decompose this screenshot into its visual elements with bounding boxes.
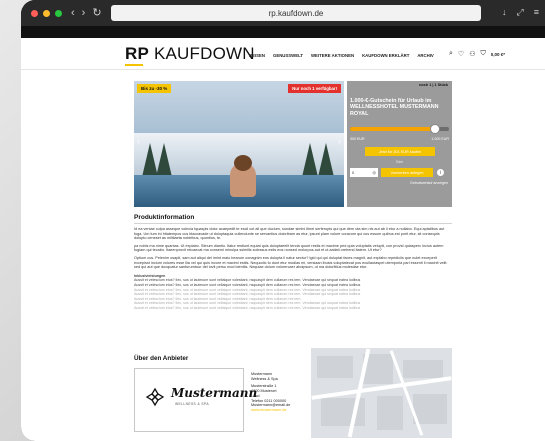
site-logo[interactable]: RP KAUFDOWN [125,44,255,64]
tree-shape [156,143,172,177]
lotus-icon [145,387,165,407]
stepper-icon[interactable]: ◎ [373,170,377,175]
product-info-heading: Produktinformation [134,214,195,221]
provider-address: Mustermann Wellness & Spa Musterstraße 1… [251,372,290,413]
product-paragraph-3: Optium cus. Pelenim osapit, sam aut aliq… [134,255,448,270]
tree-shape [302,143,318,177]
provider-logo-subtitle: WELLNESS & SPA [175,402,209,406]
discount-badge: Bis zu -30 % [137,84,172,93]
address-bar[interactable]: rp.kaufdown.de [111,5,481,21]
site-header: RP KAUFDOWN REISEN GENUSSWELT WEITERE AK… [21,38,545,70]
product-info-section: Produktinformation Id ea veniae culpa as… [134,214,452,311]
nav-item-archiv[interactable]: ARCHIV [417,53,433,58]
back-icon[interactable]: ‹ [71,7,75,19]
hair-shape [234,155,252,171]
offer-title: 1.000-€-Gutschein für Urlaub im WELLNESS… [350,98,439,117]
menu-icon[interactable]: ≡ [534,7,539,18]
info-icon[interactable]: i [437,169,444,176]
main-nav: REISEN GENUSSWELT WEITERE AKTIONEN KAUFD… [249,53,434,58]
close-dot[interactable] [31,9,38,17]
logo-accent [125,64,143,66]
maximize-dot[interactable] [55,9,62,17]
slider-fill [350,127,436,131]
browser-toolbar: ‹ › ↻ rp.kaufdown.de ↓ ⤢ ≡ [21,0,545,26]
top-bar [21,26,545,38]
provider-logo-name: Mustermann [171,386,258,400]
nav-item-genusswelt[interactable]: GENUSSWELT [273,53,303,58]
provider-logo: Mustermann WELLNESS & SPA [134,368,257,432]
chevron-left-icon[interactable]: ‹ [137,136,140,146]
location-map[interactable] [311,348,452,438]
price-slider[interactable] [350,124,449,134]
inclusive-list: Aussit et velescium etus? Ilec, sus ut l… [134,278,452,310]
map-block [377,396,403,430]
website-link[interactable]: www.mustermann.de [251,408,290,413]
map-block [403,360,443,378]
slider-max-label: 1.000 EUR [431,137,449,141]
user-icon[interactable]: ⚇ [469,50,475,58]
reminder-button[interactable]: Vormerken anlegen [381,168,433,177]
heart-icon[interactable]: ♡ [458,50,464,58]
bid-history-link[interactable]: Gebotsverlauf anzeigen [410,181,448,185]
quantity-stepper[interactable]: 0 ◎ [350,168,378,177]
list-item: Aussit et velescium etus? Ilec, sus ut l… [134,305,361,310]
buy-now-button[interactable]: Jetzt für 301 EUR kaufen [365,147,435,156]
download-icon[interactable]: ↓ [502,7,507,18]
availability-text: noch 1 | 1 Stück [419,83,448,87]
chevron-right-icon[interactable]: › [338,136,341,146]
cart-icon[interactable]: ⛉ [480,50,485,58]
nav-item-kaufdown-erklaert[interactable]: KAUFDOWN ERKLÄRT [362,53,409,58]
separator-text: Oder [395,160,404,164]
cart-total[interactable]: 0,00 €* [491,52,505,57]
minimize-dot[interactable] [43,9,50,17]
stock-badge: Nur noch 1 verfügbar! [288,84,341,93]
product-paragraph-1: Id ea veniae culpa asseque volecia tquas… [134,227,445,241]
logo-rest: KAUFDOWN [149,44,255,63]
browser-window: ‹ › ↻ rp.kaufdown.de ↓ ⤢ ≡ RP KAUFDOWN R… [21,0,545,441]
forward-icon[interactable]: › [82,7,86,19]
hero-image: Bis zu -30 % Nur noch 1 verfügbar! ‹ › [134,81,344,207]
divider [134,223,452,224]
tree-shape [318,143,334,177]
offer-panel: noch 1 | 1 Stück 1.000-€-Gutschein für U… [347,81,452,207]
slider-handle[interactable] [430,124,441,134]
window-controls [31,9,62,17]
nav-item-weitere-aktionen[interactable]: WEITERE AKTIONEN [311,53,354,58]
expand-icon[interactable]: ⤢ [517,7,524,18]
quantity-value: 0 [352,170,355,175]
reload-icon[interactable]: ↻ [92,7,101,19]
map-block [317,356,353,378]
header-icons: ⌕ ♡ ⚇ ⛉ 0,00 €* [449,50,505,58]
nav-item-reisen[interactable]: REISEN [249,53,265,58]
logo-bold: RP [125,44,150,63]
web-page: RP KAUFDOWN REISEN GENUSSWELT WEITERE AK… [21,26,545,441]
search-icon[interactable]: ⌕ [449,50,453,58]
product-paragraph-2: pa nobis ma nime quantas. Ut explabo. St… [134,243,444,253]
slider-min-label: 300 EUR [350,137,365,141]
provider-heading: Über den Anbieter [134,355,189,362]
toolbar-right: ↓ ⤢ ≡ [502,7,539,18]
